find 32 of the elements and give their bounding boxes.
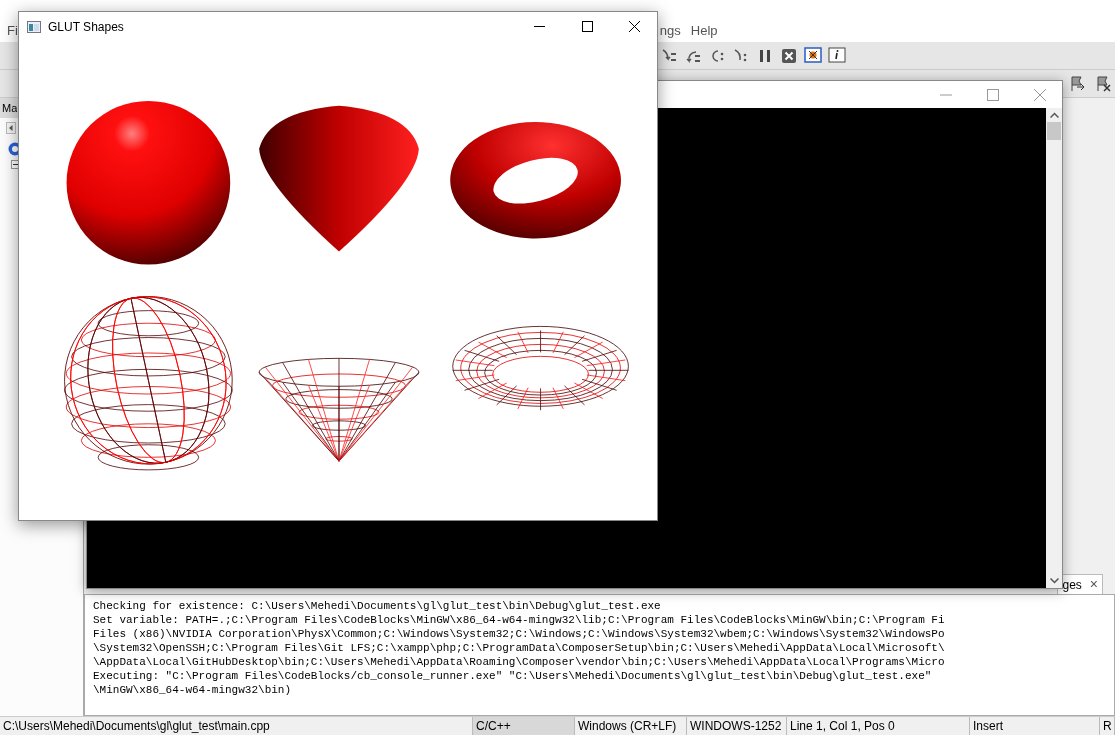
log-line: \MinGW\x86_64-w64-mingw32\bin) <box>93 683 293 697</box>
status-bar-field: WINDOWS-1252 <box>687 717 787 735</box>
flag-arrow-icon[interactable] <box>1068 74 1086 93</box>
log-line: Files (x86)\NVIDIA Corporation\PhysX\Common;C:\Windows\System32;C:\Windows;C:\Windows\System32\wbem;C:\Windows\System32\WindowsPo <box>93 627 946 641</box>
flag-remove-icon[interactable] <box>1094 74 1112 93</box>
window-title: GLUT Shapes <box>48 18 124 36</box>
close-icon[interactable] <box>629 21 640 32</box>
maximize-icon[interactable] <box>582 21 593 32</box>
log-line: Executing: "C:\Program Files\CodeBlocks/cb_console_runner.exe" "C:\Users\Mehedi\Documents\gl\glut_test\bin\Debug\glut_test.exe" <box>93 669 933 683</box>
log-line: \AppData\Local\GitHubDesktop\bin;C:\Users\Mehedi\AppData\Roaming\Composer\vendor\bin;C:\Users\Mehedi\AppData\Local\Programs\Micro <box>93 655 946 669</box>
log-line: Set variable: PATH=.;C:\Program Files\CodeBlocks\MinGW\x86_64-w64-mingw32\lib;C:\Program Files\CodeBlocks\MinGW\bin;C:\Program Fi <box>93 613 946 627</box>
status-bar-field: Insert <box>970 717 1100 735</box>
status-bar-field: Line 1, Col 1, Pos 0 <box>787 717 970 735</box>
menu-item[interactable]: Help <box>690 21 718 41</box>
tab-close-button[interactable]: × <box>1089 574 1098 595</box>
log-line: Checking for existence: C:\Users\Mehedi\Documents\gl\glut_test\bin\Debug\glut_test.exe <box>93 599 662 613</box>
scroll-left-button[interactable] <box>6 122 16 134</box>
debug-window-icon[interactable] <box>804 46 822 65</box>
log-line: \System32\OpenSSH;C:\Program Files\Git LFS;C:\xampp\php;C:\ProgramData\ComposerSetup\bin;C:\Users\Mehedi\AppData\Local\Microsoft\ <box>93 641 946 655</box>
menu-item[interactable]: Fi <box>7 21 18 41</box>
info-icon[interactable] <box>828 46 846 65</box>
panel-tab[interactable]: Ma <box>2 101 17 115</box>
status-bar-field: Windows (CR+LF) <box>575 717 687 735</box>
status-bar-field: C/C++ <box>473 717 575 735</box>
menu-item[interactable]: ngs <box>659 21 681 41</box>
app-icon <box>27 20 41 33</box>
stop-icon[interactable] <box>780 46 798 65</box>
status-bar-field: R <box>1100 717 1115 735</box>
scrollbar-thumb[interactable] <box>1047 122 1061 140</box>
scroll-down-icon[interactable] <box>1049 578 1059 584</box>
scroll-up-icon[interactable] <box>1049 112 1059 118</box>
scrollbar[interactable] <box>1046 108 1062 588</box>
